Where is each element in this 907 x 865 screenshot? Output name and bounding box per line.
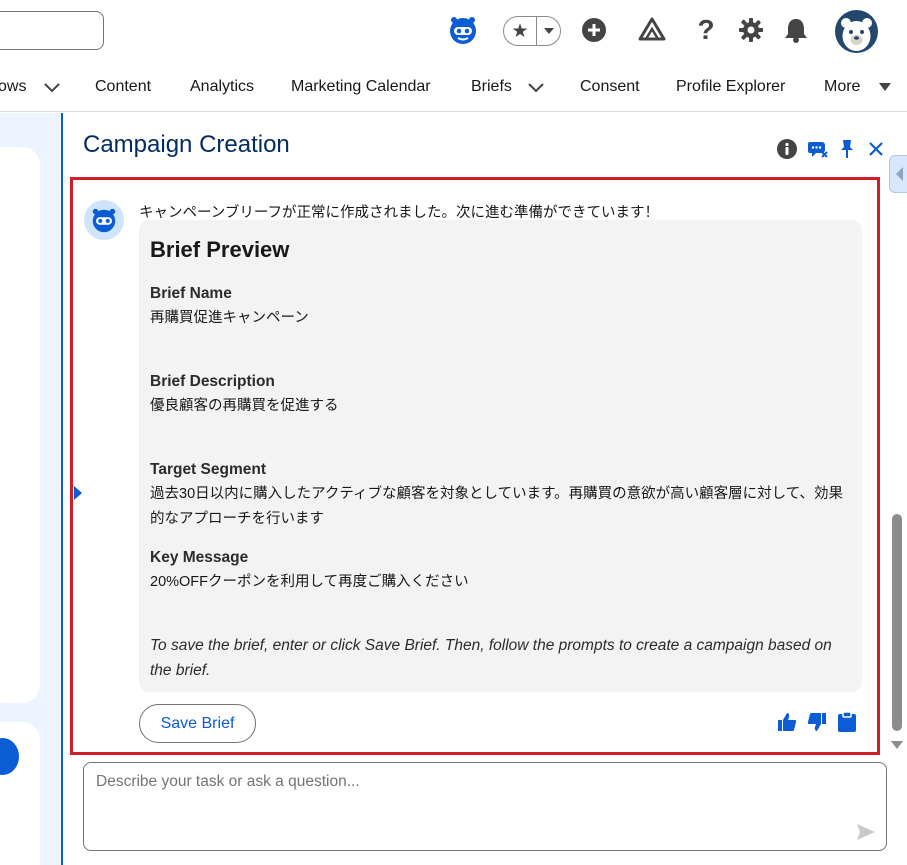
chevron-down-icon[interactable] (527, 80, 545, 94)
nav-item-label: Marketing Calendar (291, 78, 431, 95)
notifications-bell-icon[interactable] (780, 14, 812, 46)
nav-item-label: Analytics (190, 78, 255, 95)
brief-preview-card: Brief Preview Brief Name 再購買促進キャンペーン Bri… (139, 220, 862, 692)
nav-item-more[interactable]: More (824, 62, 860, 112)
einstein-bot-avatar (84, 200, 124, 240)
target-segment-label: Target Segment (150, 461, 266, 478)
brief-preview-title: Brief Preview (150, 237, 290, 262)
info-icon[interactable] (776, 137, 798, 161)
copy-clipboard-icon[interactable] (836, 711, 858, 733)
favorites-group: ★ (503, 16, 561, 46)
add-icon[interactable] (578, 14, 610, 46)
save-brief-hint: To save the brief, enter or click Save B… (150, 637, 832, 679)
brief-description-label: Brief Description (150, 373, 275, 390)
nav-item-label: Content (95, 78, 152, 95)
chat-composer (83, 762, 887, 851)
favorites-dropdown-icon[interactable] (537, 27, 560, 35)
user-avatar[interactable] (835, 10, 878, 53)
scroll-down-arrow-icon[interactable] (891, 741, 903, 749)
target-segment-value: 過去30日以内に購入したアクティブな顧客を対象としています。再購買の意欲が高い顧… (150, 486, 843, 527)
send-icon[interactable] (855, 821, 877, 843)
pin-icon[interactable] (838, 137, 856, 161)
global-search-input[interactable] (0, 11, 104, 50)
nav-item-workflows[interactable]: ows (0, 62, 26, 112)
global-header: ★ ? (0, 0, 907, 62)
nav-item-content[interactable]: Content (95, 62, 151, 112)
nav-item-label: Briefs (471, 78, 512, 95)
thumbs-down-icon[interactable] (806, 711, 828, 733)
nav-item-consent[interactable]: Consent (580, 62, 640, 112)
key-message-label: Key Message (150, 549, 249, 566)
trailhead-icon[interactable] (636, 14, 668, 46)
panel-title: Campaign Creation (83, 131, 290, 158)
setup-gear-icon[interactable] (735, 14, 767, 46)
caret-down-icon[interactable] (877, 81, 893, 93)
brief-name-label: Brief Name (150, 285, 232, 302)
nav-item-label: More (824, 78, 861, 95)
nav-item-label: Consent (580, 78, 640, 95)
favorites-star-icon[interactable]: ★ (504, 17, 536, 45)
nav-item-label: Profile Explorer (676, 78, 786, 95)
chat-input[interactable] (85, 764, 845, 844)
einstein-bot-icon[interactable] (447, 14, 479, 46)
help-icon[interactable]: ? (690, 14, 722, 46)
campaign-creation-panel: Campaign Creation キャンペーンブリーフが正常に作成されました。… (61, 113, 907, 865)
app-navigation: ows Content Analytics Marketing Calendar… (0, 62, 907, 112)
close-icon[interactable] (867, 137, 885, 161)
thumbs-up-icon[interactable] (776, 711, 798, 733)
brief-name-value: 再購買促進キャンペーン (150, 310, 309, 326)
chat-scrollbar-thumb[interactable] (892, 514, 902, 731)
key-message-value: 20%OFFクーポンを利用して再度ご購入ください (150, 574, 469, 590)
clear-chat-icon[interactable] (807, 137, 829, 161)
background-card (0, 147, 40, 703)
save-brief-button[interactable]: Save Brief (139, 704, 256, 743)
nav-item-briefs[interactable]: Briefs (471, 62, 512, 112)
brief-description-value: 優良顧客の再購買を促進する (150, 398, 339, 414)
nav-item-profile-explorer[interactable]: Profile Explorer (676, 62, 785, 112)
nav-item-label: ows (0, 78, 27, 95)
nav-item-marketing-calendar[interactable]: Marketing Calendar (291, 62, 431, 112)
nav-item-analytics[interactable]: Analytics (190, 62, 254, 112)
chevron-down-icon[interactable] (43, 80, 61, 94)
bot-message-text: キャンペーンブリーフが正常に作成されました。次に進む準備ができています！ (139, 205, 659, 221)
